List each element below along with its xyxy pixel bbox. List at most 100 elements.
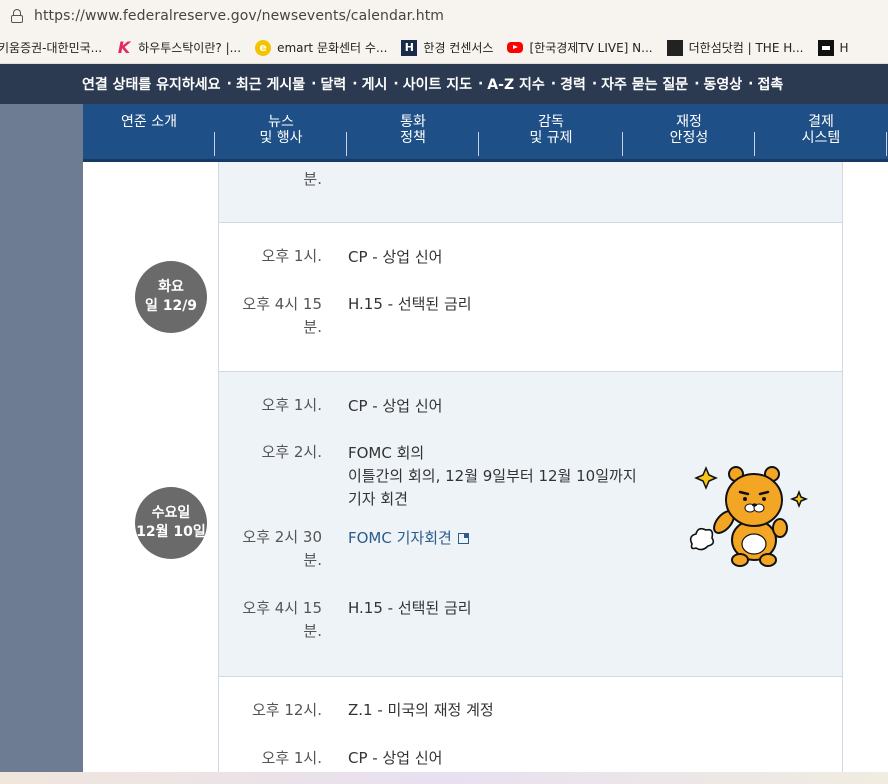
nav-separator: · (591, 76, 598, 92)
event-time-line: 오후 2시 30 (242, 528, 322, 546)
tab-financial-stability[interactable]: 재정 안정성 (643, 114, 735, 146)
event-title: CP - 상업 신어 (348, 397, 443, 415)
nav-separator: · (477, 76, 484, 92)
nav-divider (214, 132, 215, 156)
bookmark-hankyung[interactable]: H 한경 컨센서스 (401, 39, 493, 56)
event-detail: 이틀간의 회의, 12월 9일부터 12월 10일까지 (348, 467, 637, 485)
tab-supervision-regulation[interactable]: 감독 및 규제 (501, 114, 601, 146)
event-time-line: 분. (303, 551, 322, 569)
nav-a-z-index[interactable]: A-Z 지수 (487, 74, 544, 94)
nav-recent-postings[interactable]: 최근 게시물 (236, 74, 305, 94)
tab-label: 정책 (400, 130, 426, 146)
day-badge-line: 12월 10일 (136, 524, 206, 540)
main-nav: 연준 소개 뉴스 및 행사 통화 정책 감독 및 규제 재정 안정성 결제 시스… (83, 104, 888, 162)
tab-monetary-policy[interactable]: 통화 정책 (367, 114, 459, 146)
event-title: CP - 상업 신어 (348, 248, 443, 266)
day-badge-tuesday: 화요 일 12/9 (135, 261, 207, 333)
url-text[interactable]: https://www.federalreserve.gov/newsevent… (34, 8, 444, 24)
emart-e-icon: e (255, 39, 272, 56)
nav-publications[interactable]: 게시 (362, 74, 388, 94)
event-time: 오후 12시. (251, 701, 322, 719)
event-time: 오후 4시 15 분. (202, 597, 322, 643)
tab-label: 시스템 (801, 130, 841, 146)
tab-label: 뉴스 (268, 114, 294, 130)
day-badge-wednesday: 수요일 12월 10일 (135, 487, 207, 559)
nav-contact[interactable]: 접촉 (757, 74, 783, 94)
tab-label: 및 규제 (529, 130, 573, 146)
tab-label: 연준 소개 (121, 114, 177, 130)
nav-divider (622, 132, 623, 156)
fomc-press-conference-link[interactable]: FOMC 기자회견 (348, 527, 469, 550)
nav-stay-connected[interactable]: 연결 상태를 유지하세요 (82, 74, 221, 94)
nav-divider (886, 132, 887, 156)
nav-separator: · (748, 76, 754, 92)
nav-videos[interactable]: 동영상 (704, 74, 743, 94)
event-time: 오후 2시 30 분. (202, 526, 322, 572)
bookmark-emart[interactable]: e emart 문화센터 수... (255, 39, 387, 56)
event-time: 오후 1시. (261, 247, 322, 265)
bookmark-label: emart 문화센터 수... (277, 41, 388, 55)
bookmark-label: 키움증권-대한민국... (0, 41, 103, 55)
event-title[interactable]: FOMC 기자회견 (348, 529, 452, 547)
bookmark-label: 한경 컨센서스 (423, 41, 494, 55)
bookmark-label: H (839, 40, 849, 55)
h-logo-icon: H (401, 39, 418, 56)
nav-separator: · (694, 76, 700, 92)
square-logo-icon (817, 39, 834, 56)
address-bar[interactable]: https://www.federalreserve.gov/newsevent… (0, 0, 888, 32)
nav-separator: · (311, 76, 317, 92)
tab-news-events[interactable]: 뉴스 및 행사 (235, 114, 327, 146)
nav-separator: · (550, 76, 557, 92)
tab-label: 결제 (808, 114, 834, 130)
bottom-edge (0, 772, 888, 784)
tab-label: 안정성 (669, 130, 709, 146)
event-time-tail: 분. (303, 170, 322, 188)
nav-separator: · (352, 76, 358, 92)
left-gutter (0, 104, 83, 784)
event-time: 오후 1시. (261, 396, 322, 414)
event-title: H.15 - 선택된 금리 (348, 295, 472, 313)
event-time: 오후 4시 15 분. (202, 293, 322, 339)
nav-divider (478, 132, 479, 156)
event-time-line: 분. (303, 622, 322, 640)
tab-label: 감독 (538, 114, 564, 130)
day-badge-line: 화요 (158, 279, 184, 295)
bookmark-howtostock[interactable]: K 하우투스탁이란? |... (116, 38, 242, 57)
nav-site-map[interactable]: 사이트 지도 (403, 74, 472, 94)
nav-divider (346, 132, 347, 156)
event-detail: 기자 회견 (348, 490, 408, 508)
event-title: CP - 상업 신어 (348, 749, 443, 767)
bookmark-h[interactable]: H (817, 39, 849, 56)
tab-about-the-fed[interactable]: 연준 소개 (103, 114, 195, 130)
grid-icon (666, 39, 683, 56)
k-logo-icon: K (117, 38, 131, 57)
event-title: Z.1 - 미국의 재정 계정 (348, 701, 494, 719)
nav-faqs[interactable]: 자주 묻는 질문 (601, 74, 688, 94)
nav-separator: · (393, 76, 399, 92)
event-time: 오후 1시. (261, 749, 322, 767)
tab-payment-systems[interactable]: 결제 시스템 (775, 114, 867, 146)
event-time: 오후 2시. (261, 443, 322, 461)
event-time-line: 분. (303, 318, 322, 336)
bookmark-label: 더한섬닷컴 | THE H... (688, 41, 804, 55)
tab-label: 및 행사 (259, 130, 303, 146)
bookmark-label: 하우투스탁이란? |... (138, 41, 242, 55)
event-fomc-meeting: FOMC 회의 이틀간의 회의, 12월 9일부터 12월 10일까지 기자 회… (348, 442, 637, 511)
nav-calendar[interactable]: 달력 (321, 74, 347, 94)
tab-label: 재정 (676, 114, 702, 130)
lock-icon[interactable] (10, 9, 24, 23)
youtube-icon (507, 42, 524, 53)
utility-nav: 연결 상태를 유지하세요 · 최근 게시물 · 달력 · 게시 · 사이트 지도… (0, 64, 888, 104)
day-badge-line: 일 12/9 (144, 298, 198, 314)
event-title: FOMC 회의 (348, 444, 425, 462)
nav-separator: · (226, 76, 232, 92)
bookmark-thehandsome[interactable]: 더한섬닷컴 | THE H... (666, 39, 804, 56)
bookmark-label: [한국경제TV LIVE] N... (529, 41, 653, 55)
event-time-line: 오후 4시 15 (242, 599, 322, 617)
event-time-line: 오후 4시 15 (242, 295, 322, 313)
nav-careers[interactable]: 경력 (560, 74, 586, 94)
bear-sticker-icon (689, 466, 809, 567)
bookmark-kiwoom[interactable]: 키움증권-대한민국... (0, 39, 102, 56)
bookmark-youtube[interactable]: [한국경제TV LIVE] N... (507, 39, 653, 56)
nav-divider (754, 132, 755, 156)
